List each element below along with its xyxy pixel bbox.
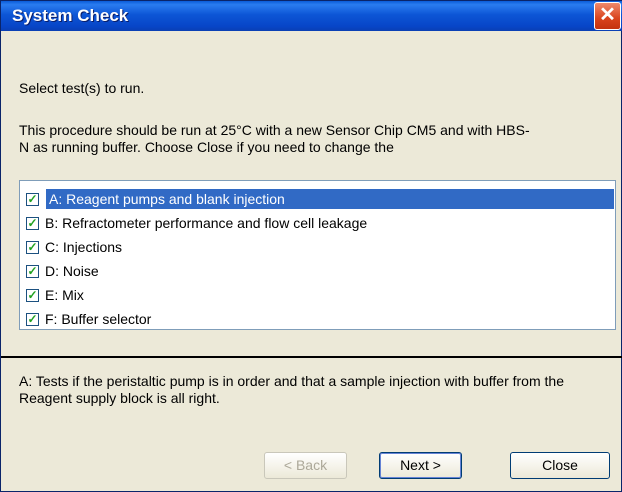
test-item-d[interactable]: ✓ D: Noise (20, 259, 615, 283)
test-item-a[interactable]: ✓ A: Reagent pumps and blank injection (20, 187, 615, 211)
test-label-b: B: Refractometer performance and flow ce… (45, 215, 368, 231)
check-icon: ✓ (27, 240, 38, 254)
check-icon: ✓ (27, 192, 38, 206)
test-label-f: F: Buffer selector (45, 311, 152, 327)
checkbox-a[interactable]: ✓ (26, 192, 39, 206)
test-item-c[interactable]: ✓ C: Injections (20, 235, 615, 259)
section-divider (1, 356, 622, 358)
description-text: This procedure should be run at 25°C wit… (19, 122, 530, 155)
intro-text: Select test(s) to run. (19, 80, 145, 96)
test-list[interactable]: ✓ A: Reagent pumps and blank injection ✓… (19, 180, 616, 330)
close-button[interactable]: Close (510, 452, 610, 479)
window-title: System Check (12, 6, 129, 25)
test-item-e[interactable]: ✓ E: Mix (20, 283, 615, 307)
checkbox-c[interactable]: ✓ (26, 240, 39, 254)
checkbox-e[interactable]: ✓ (26, 288, 39, 302)
test-label-e: E: Mix (45, 287, 84, 303)
test-label-c: C: Injections (45, 239, 123, 255)
back-button[interactable]: < Back (264, 452, 347, 479)
close-icon: ✕ (599, 4, 616, 26)
test-item-b[interactable]: ✓ B: Refractometer performance and flow … (20, 211, 615, 235)
next-button[interactable]: Next > (379, 452, 462, 479)
title-bar[interactable]: System Check ✕ (1, 1, 622, 31)
checkbox-f[interactable]: ✓ (26, 312, 39, 326)
test-label-a: A: Reagent pumps and blank injection (46, 189, 614, 209)
check-icon: ✓ (27, 288, 38, 302)
test-label-d: D: Noise (45, 263, 99, 279)
check-icon: ✓ (27, 312, 38, 326)
close-window-button[interactable]: ✕ (594, 2, 621, 30)
check-icon: ✓ (27, 216, 38, 230)
system-check-dialog: System Check ✕ Select test(s) to run. Th… (0, 0, 622, 492)
checkbox-b[interactable]: ✓ (26, 216, 39, 230)
test-item-f[interactable]: ✓ F: Buffer selector (20, 307, 615, 331)
checkbox-d[interactable]: ✓ (26, 264, 39, 278)
check-icon: ✓ (27, 264, 38, 278)
test-info-text: A: Tests if the peristaltic pump is in o… (19, 373, 564, 406)
